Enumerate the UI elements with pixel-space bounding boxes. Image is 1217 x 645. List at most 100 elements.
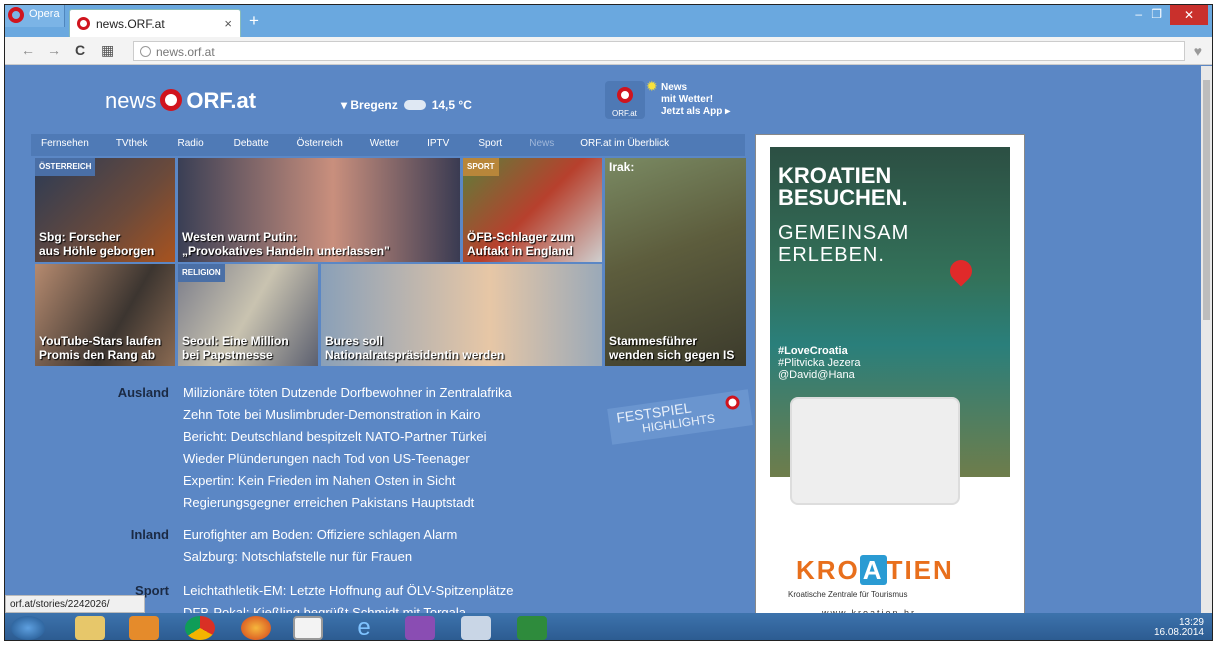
globe-icon [140, 46, 151, 57]
nav-item-radio[interactable]: Radio [178, 134, 204, 156]
story-tile-hoehle[interactable]: ÖSTERREICH Sbg: Forscher aus Höhle geborg… [35, 158, 175, 262]
paint-icon[interactable] [461, 616, 491, 640]
app-promo-text[interactable]: News mit Wetter! Jetzt als App ▸ [661, 82, 730, 118]
opera-taskbar-icon[interactable] [293, 616, 323, 640]
forward-icon[interactable]: → [47, 42, 61, 58]
orf-eye-icon [617, 87, 633, 103]
ad-subline-line1: GEMEINSAM [778, 222, 910, 244]
logo-orf-text: ORF.at [186, 88, 257, 113]
news-link[interactable]: Milizionäre töten Dutzende Dorfbewohner … [183, 385, 512, 400]
system-tray: 13:29 16.08.2014 [1154, 618, 1204, 638]
onenote-icon[interactable] [405, 616, 435, 640]
nav-item-fernsehen[interactable]: Fernsehen [41, 134, 89, 156]
ad-logo-pre: KRO [796, 555, 860, 585]
url-text: news.orf.at [156, 45, 215, 59]
story-tile-papst[interactable]: RELIGION Seoul: Eine Million bei Papstmes… [178, 264, 318, 366]
excel-icon[interactable] [517, 616, 547, 640]
restore-icon[interactable]: ❐ [1151, 7, 1162, 21]
news-link[interactable]: Bericht: Deutschland bespitzelt NATO-Par… [183, 429, 486, 444]
tab-close-icon[interactable]: × [224, 16, 232, 31]
outlook-icon[interactable] [129, 616, 159, 640]
tile-caption-line2: Auftakt in England [467, 244, 573, 258]
festspiel-highlights-banner[interactable]: FESTSPIEL HIGHLIGHTS [607, 389, 753, 445]
firefox-icon[interactable] [241, 616, 271, 640]
category-inland[interactable]: Inland [9, 527, 169, 542]
scrollbar-thumb[interactable] [1203, 80, 1210, 320]
nav-item-wetter[interactable]: Wetter [370, 134, 399, 156]
tile-caption-line1: Bures soll [325, 334, 384, 348]
bookmark-heart-icon[interactable]: ♥ [1194, 43, 1202, 59]
sun-icon: ✹ [646, 78, 658, 94]
category-ausland[interactable]: Ausland [9, 385, 169, 400]
app-line1: News [661, 82, 688, 93]
new-tab-button[interactable]: + [249, 11, 259, 31]
app-label: ORF.at [612, 109, 637, 118]
weather-widget[interactable]: ▾ Bregenz 14,5 °C [341, 98, 472, 112]
nav-item-overview[interactable]: ORF.at im Überblick [580, 134, 669, 156]
start-button[interactable] [11, 616, 45, 640]
ad-tourism-text: Kroatische Zentrale für Tourismus [788, 590, 908, 599]
orf-logo[interactable]: news ORF.at [105, 88, 256, 114]
story-tile-youtube[interactable]: YouTube-Stars laufen Promis den Rang ab [35, 264, 175, 366]
nav-item-sport[interactable]: Sport [478, 134, 502, 156]
back-icon[interactable]: ← [21, 42, 35, 58]
windows-taskbar: e 13:29 16.08.2014 [5, 613, 1212, 640]
news-link[interactable]: Expertin: Kein Frieden im Nahen Osten in… [183, 473, 455, 488]
news-link[interactable]: Regierungsgegner erreichen Pakistans Hau… [183, 495, 474, 510]
nav-item-news[interactable]: News [529, 134, 554, 156]
story-tile-putin[interactable]: Westen warnt Putin: „Provokatives Handeln… [178, 158, 460, 262]
opera-logo-icon [8, 7, 24, 23]
tile-label: Irak: [609, 160, 635, 174]
ad-headline-line1: KROATIEN [778, 163, 892, 188]
ad-headline: KROATIEN BESUCHEN. [778, 165, 908, 209]
tile-label: ÖSTERREICH [35, 158, 96, 176]
explorer-icon[interactable] [75, 616, 105, 640]
page-scrollbar[interactable] [1201, 66, 1212, 616]
ad-tag2: #Plitvicka Jezera [778, 357, 861, 369]
tile-caption-line2: Nationalratspräsidentin werden [325, 348, 505, 362]
tile-caption-line1: Stammesführer [609, 334, 698, 348]
tab-news-orf[interactable]: news.ORF.at × [69, 9, 241, 37]
news-link[interactable]: Zehn Tote bei Muslimbruder-Demonstration… [183, 407, 480, 422]
story-tile-bures[interactable]: Bures soll Nationalratspräsidentin werden [321, 264, 602, 366]
tile-caption-line1: YouTube-Stars laufen [39, 334, 162, 348]
story-tile-oefb[interactable]: SPORT ÖFB-Schlager zum Auftakt in England [463, 158, 602, 262]
ad-tag1: #LoveCroatia [778, 345, 848, 357]
news-link[interactable]: Eurofighter am Boden: Offiziere schlagen… [183, 527, 457, 542]
close-window-icon[interactable]: ✕ [1170, 5, 1208, 25]
speed-dial-icon[interactable]: ▦ [101, 42, 114, 59]
orf-eye-icon [160, 89, 183, 111]
tile-caption-line1: Sbg: Forscher [39, 230, 121, 244]
cloud-icon [403, 100, 426, 110]
nav-item-tvthek[interactable]: TVthek [116, 134, 148, 156]
opera-menu-button[interactable]: Opera [5, 5, 65, 27]
app-promo-icon[interactable]: ORF.at [605, 81, 645, 119]
tile-caption-line2: Promis den Rang ab [39, 348, 156, 362]
tile-caption-line2: „Provokatives Handeln unterlassen" [182, 244, 390, 258]
news-link[interactable]: Wieder Plünderungen nach Tod von US-Teen… [183, 451, 470, 466]
nav-item-iptv[interactable]: IPTV [427, 134, 449, 156]
nav-item-oesterreich[interactable]: Österreich [297, 134, 343, 156]
ad-hashtags: #LoveCroatia #Plitvicka Jezera @David@Ha… [778, 345, 861, 381]
kroatien-ad[interactable]: KROATIEN BESUCHEN. GEMEINSAM ERLEBEN. #L… [755, 134, 1025, 616]
ie-icon[interactable]: e [349, 616, 379, 640]
news-link[interactable]: Leichtathletik-EM: Letzte Hoffnung auf Ö… [183, 583, 514, 598]
minimize-icon[interactable]: – [1135, 7, 1142, 21]
main-nav: Fernsehen TVthek Radio Debatte Österreic… [31, 134, 745, 156]
ad-logo-post: TIEN [886, 555, 954, 585]
tab-title: news.ORF.at [96, 17, 165, 31]
ad-tag3: @David@Hana [778, 369, 855, 381]
news-link[interactable]: Salzburg: Notschlafstelle nur für Frauen [183, 549, 412, 564]
nav-item-debatte[interactable]: Debatte [234, 134, 269, 156]
chrome-icon[interactable] [185, 616, 215, 640]
story-tile-irak[interactable]: Irak: Stammesführer wenden sich gegen IS [605, 158, 746, 366]
url-input[interactable]: news.orf.at [133, 41, 1185, 61]
orf-favicon-icon [77, 17, 90, 30]
reload-icon[interactable]: C [75, 42, 85, 58]
address-bar: ← → C ▦ news.orf.at ♥ [5, 37, 1212, 65]
logo-news-text: news [105, 88, 157, 113]
weather-temp: 14,5 °C [431, 98, 472, 112]
tile-caption-line1: Westen warnt Putin: [182, 230, 298, 244]
tile-caption-line2: wenden sich gegen IS [609, 348, 735, 362]
ad-subline: GEMEINSAM ERLEBEN. [778, 222, 909, 266]
